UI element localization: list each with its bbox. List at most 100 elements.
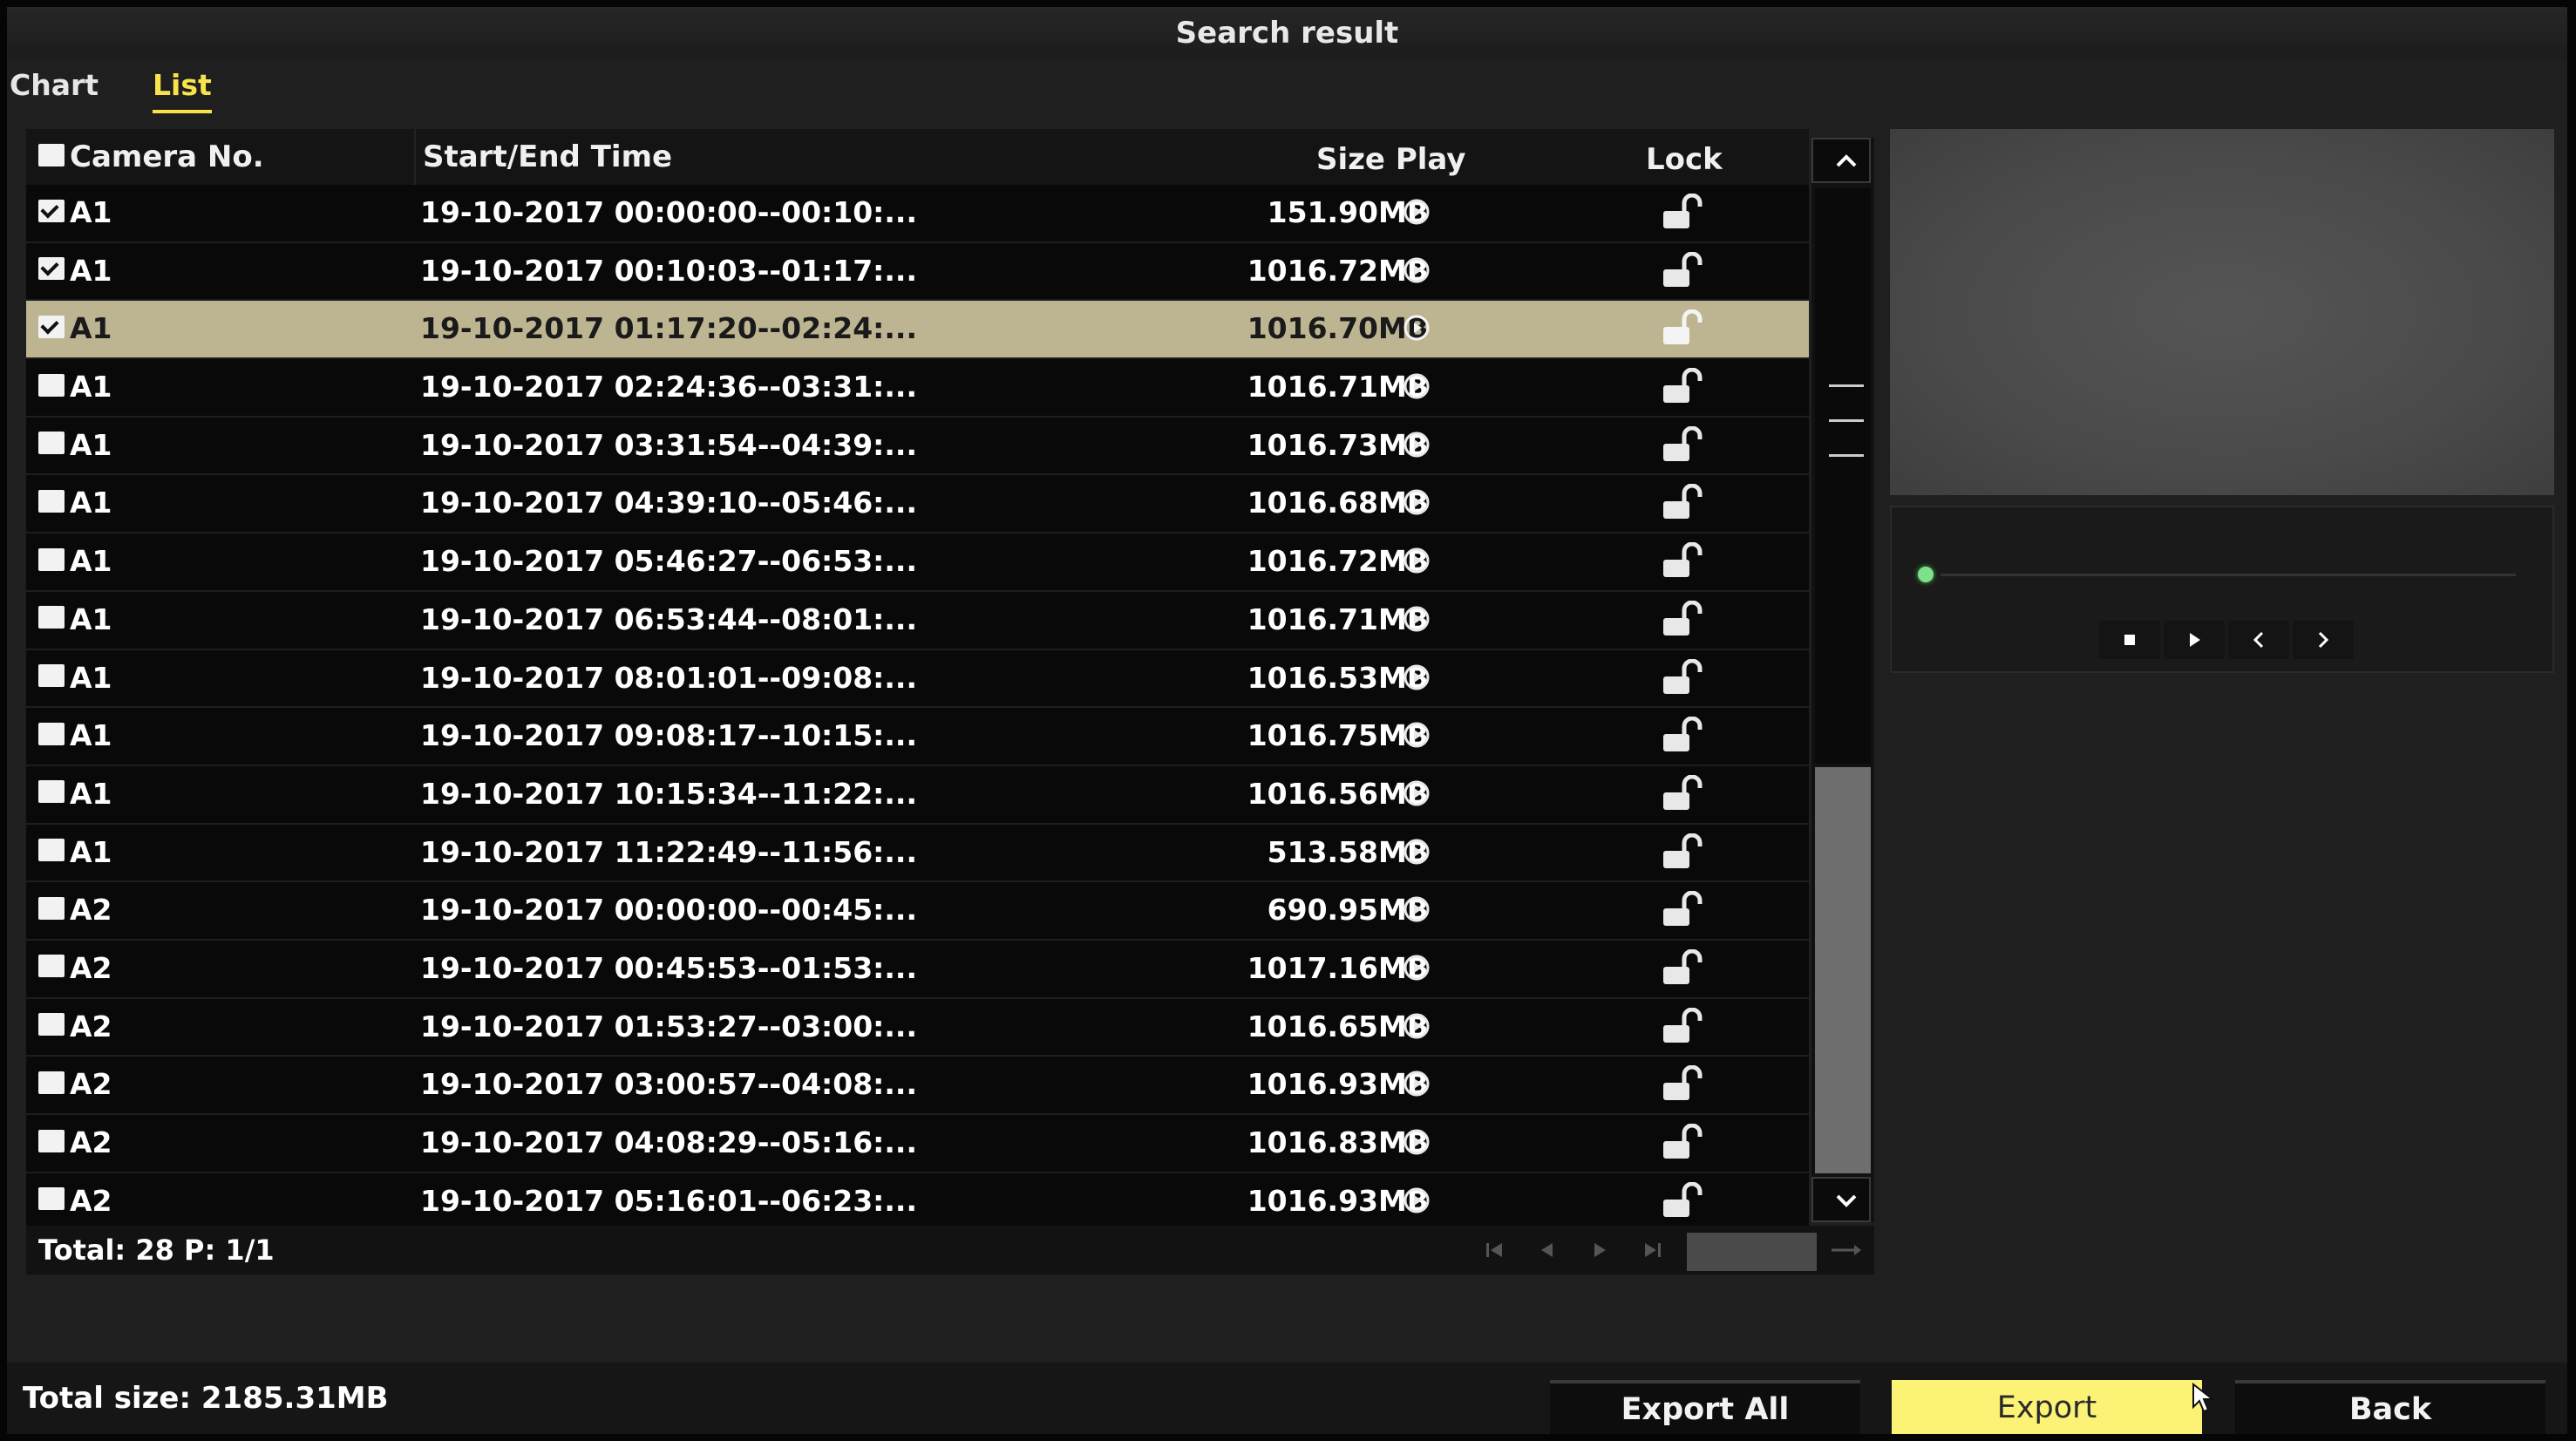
progress-indicator[interactable]: [1918, 567, 1934, 582]
row-checkbox[interactable]: [38, 257, 65, 281]
play-circle-icon[interactable]: [1404, 315, 1430, 341]
unlocked-padlock-icon[interactable]: [1658, 484, 1707, 522]
unlocked-padlock-icon[interactable]: [1658, 1065, 1707, 1104]
play-circle-icon[interactable]: [1404, 373, 1430, 399]
last-page-icon[interactable]: [1635, 1238, 1669, 1262]
table-row[interactable]: A2 19-10-2017 00:00:00--00:45:... 690.95MB: [26, 882, 1809, 941]
page-number-input[interactable]: [1687, 1233, 1817, 1271]
scroll-up-button[interactable]: [1811, 138, 1871, 183]
row-checkbox[interactable]: [38, 199, 65, 222]
file-size: 1016.93MB: [1247, 1183, 1429, 1218]
table-row[interactable]: A2 19-10-2017 01:53:27--03:00:... 1016.65M…: [26, 998, 1809, 1057]
unlocked-padlock-icon[interactable]: [1658, 717, 1707, 755]
row-checkbox[interactable]: [38, 722, 65, 745]
unlocked-padlock-icon[interactable]: [1658, 368, 1707, 406]
prev-page-icon[interactable]: [1530, 1238, 1565, 1262]
export-all-button[interactable]: Export All: [1550, 1380, 1860, 1434]
unlocked-padlock-icon[interactable]: [1658, 251, 1707, 290]
unlocked-padlock-icon[interactable]: [1658, 309, 1707, 348]
table-row[interactable]: A2 19-10-2017 05:16:01--06:23:... 1016.93M…: [26, 1173, 1809, 1232]
select-all-checkbox[interactable]: [38, 143, 65, 167]
unlocked-padlock-icon[interactable]: [1658, 600, 1707, 639]
table-row[interactable]: A1 19-10-2017 02:24:36--03:31:... 1016.71M…: [26, 359, 1809, 418]
go-page-icon[interactable]: [1826, 1238, 1866, 1262]
unlocked-padlock-icon[interactable]: [1658, 1007, 1707, 1046]
play-circle-icon[interactable]: [1404, 780, 1430, 806]
unlocked-padlock-icon[interactable]: [1658, 774, 1707, 813]
table-row[interactable]: A1 19-10-2017 08:01:01--09:08:... 1016.53M…: [26, 649, 1809, 709]
play-circle-icon[interactable]: [1404, 547, 1430, 574]
table-row[interactable]: A1 19-10-2017 05:46:27--06:53:... 1016.72M…: [26, 534, 1809, 592]
camera-cell: A2: [38, 941, 112, 996]
table-row[interactable]: A2 19-10-2017 00:45:53--01:53:... 1017.16M…: [26, 940, 1809, 999]
table-row[interactable]: A1 19-10-2017 00:00:00--00:10:... 151.90MB: [26, 185, 1809, 243]
tab-list[interactable]: List: [153, 61, 212, 113]
row-checkbox[interactable]: [38, 547, 65, 571]
tab-chart[interactable]: Chart: [10, 61, 99, 110]
scroll-down-button[interactable]: [1811, 1177, 1871, 1222]
back-button[interactable]: Back: [2235, 1380, 2545, 1434]
play-circle-icon[interactable]: [1404, 839, 1430, 865]
unlocked-padlock-icon[interactable]: [1658, 1124, 1707, 1162]
unlocked-padlock-icon[interactable]: [1658, 425, 1707, 465]
table-row[interactable]: A2 19-10-2017 03:00:57--04:08:... 1016.93M…: [26, 1057, 1809, 1115]
row-checkbox[interactable]: [38, 839, 65, 862]
play-button[interactable]: [2164, 621, 2225, 659]
play-circle-icon[interactable]: [1404, 489, 1430, 515]
first-page-icon[interactable]: [1478, 1238, 1512, 1262]
list-scrollbar[interactable]: [1811, 138, 1874, 1222]
camera-no: A1: [70, 486, 112, 520]
row-checkbox[interactable]: [38, 489, 65, 513]
table-row[interactable]: A1 19-10-2017 04:39:10--05:46:... 1016.68M…: [26, 475, 1809, 534]
row-checkbox[interactable]: [38, 1187, 65, 1211]
play-circle-icon[interactable]: [1404, 1013, 1430, 1039]
row-checkbox[interactable]: [38, 896, 65, 920]
progress-track[interactable]: [1940, 574, 2516, 576]
file-size: 1017.16MB: [1247, 950, 1429, 985]
start-end-time: 19-10-2017 03:31:54--04:39:...: [420, 427, 917, 462]
step-back-button[interactable]: [2228, 621, 2289, 659]
unlocked-padlock-icon[interactable]: [1658, 891, 1707, 929]
table-row[interactable]: A1 19-10-2017 09:08:17--10:15:... 1016.75M…: [26, 708, 1809, 766]
unlocked-padlock-icon[interactable]: [1658, 1181, 1707, 1220]
table-row[interactable]: A1 19-10-2017 01:17:20--02:24:... 1016.70M…: [26, 301, 1809, 360]
play-circle-icon[interactable]: [1404, 955, 1430, 981]
stop-button[interactable]: [2099, 621, 2160, 659]
table-row[interactable]: A1 19-10-2017 03:31:54--04:39:... 1016.73M…: [26, 417, 1809, 476]
scroll-track[interactable]: [1815, 767, 1871, 1173]
step-forward-button[interactable]: [2293, 621, 2354, 659]
table-row[interactable]: A1 19-10-2017 10:15:34--11:22:... 1016.56M…: [26, 765, 1809, 825]
unlocked-padlock-icon[interactable]: [1658, 194, 1707, 232]
table-row[interactable]: A2 19-10-2017 04:08:29--05:16:... 1016.83M…: [26, 1115, 1809, 1173]
unlocked-padlock-icon[interactable]: [1658, 658, 1707, 697]
row-checkbox[interactable]: [38, 1071, 65, 1094]
unlocked-padlock-icon[interactable]: [1658, 948, 1707, 988]
scroll-thumb[interactable]: [1815, 188, 1871, 764]
play-circle-icon[interactable]: [1404, 1071, 1430, 1097]
row-checkbox[interactable]: [38, 780, 65, 804]
play-circle-icon[interactable]: [1404, 432, 1430, 458]
play-circle-icon[interactable]: [1404, 199, 1430, 225]
row-checkbox[interactable]: [38, 1013, 65, 1037]
row-checkbox[interactable]: [38, 1129, 65, 1152]
play-circle-icon[interactable]: [1404, 257, 1430, 283]
play-circle-icon[interactable]: [1404, 606, 1430, 632]
table-row[interactable]: A1 19-10-2017 00:10:03--01:17:... 1016.72M…: [26, 242, 1809, 302]
row-checkbox[interactable]: [38, 606, 65, 629]
next-page-icon[interactable]: [1582, 1238, 1617, 1262]
row-checkbox[interactable]: [38, 432, 65, 455]
export-button[interactable]: Export: [1892, 1380, 2202, 1434]
unlocked-padlock-icon[interactable]: [1658, 833, 1707, 872]
play-circle-icon[interactable]: [1404, 722, 1430, 748]
play-circle-icon[interactable]: [1404, 664, 1430, 690]
play-circle-icon[interactable]: [1404, 896, 1430, 922]
row-checkbox[interactable]: [38, 315, 65, 338]
table-row[interactable]: A1 19-10-2017 06:53:44--08:01:... 1016.71M…: [26, 591, 1809, 650]
play-circle-icon[interactable]: [1404, 1129, 1430, 1155]
row-checkbox[interactable]: [38, 955, 65, 978]
unlocked-padlock-icon[interactable]: [1658, 542, 1707, 581]
table-row[interactable]: A1 19-10-2017 11:22:49--11:56:... 513.58MB: [26, 824, 1809, 883]
play-circle-icon[interactable]: [1404, 1187, 1430, 1213]
row-checkbox[interactable]: [38, 664, 65, 687]
row-checkbox[interactable]: [38, 373, 65, 397]
